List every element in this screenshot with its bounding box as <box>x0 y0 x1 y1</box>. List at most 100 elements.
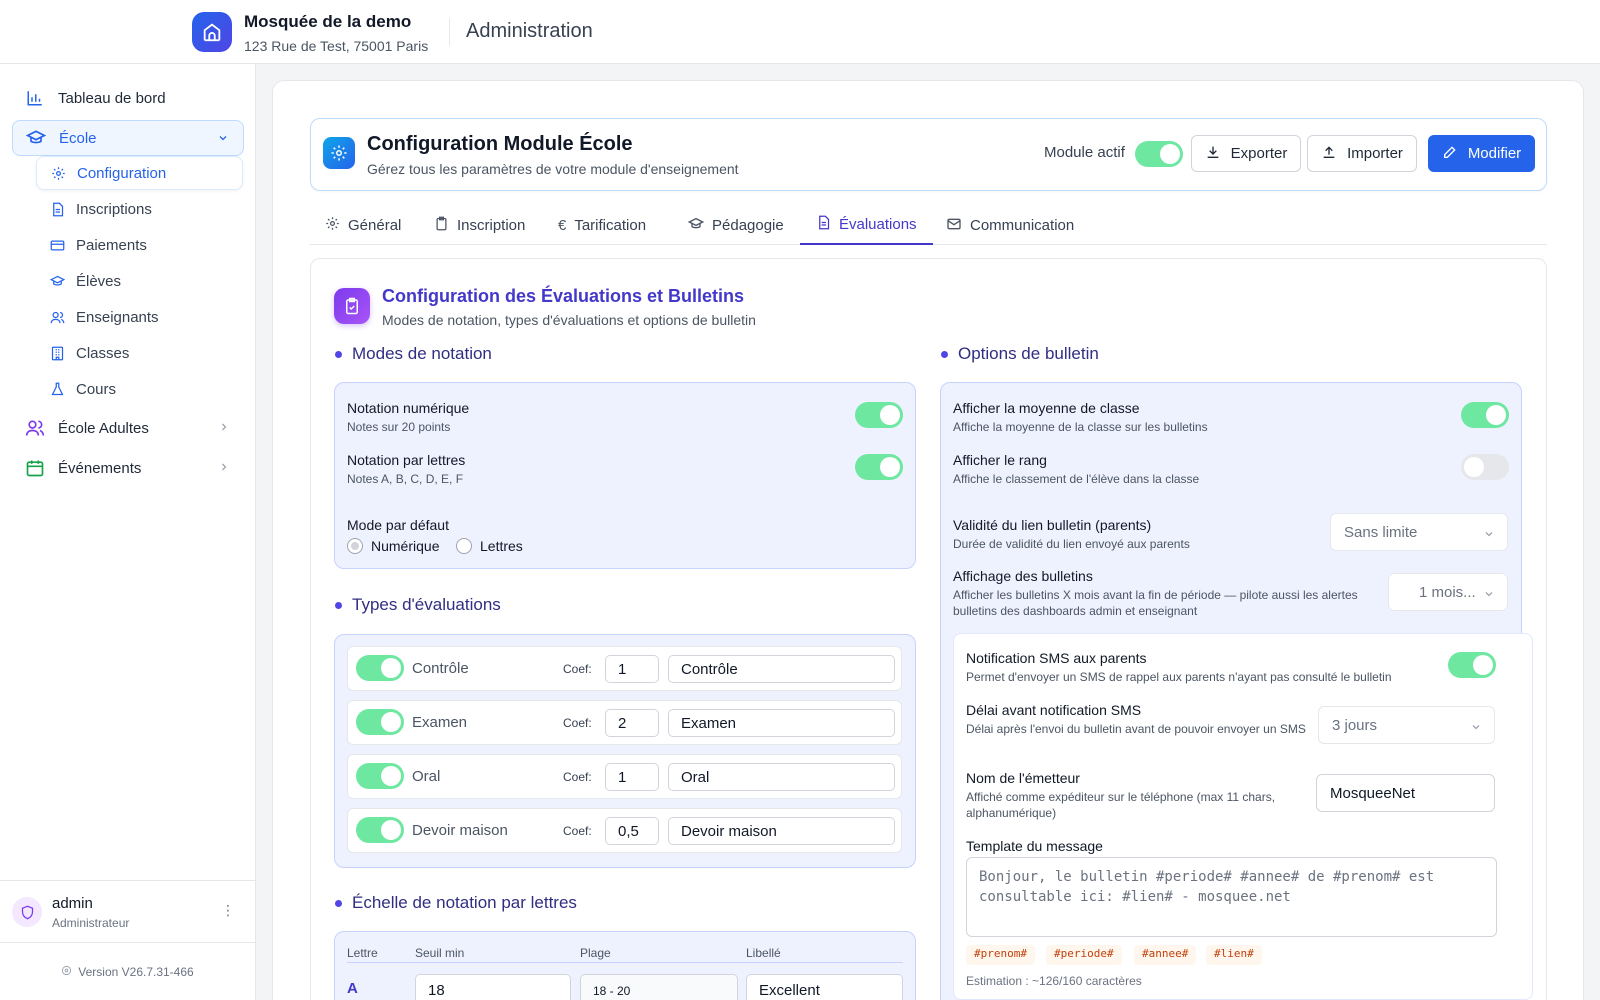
class-average-toggle[interactable] <box>1461 402 1509 428</box>
variable-chip[interactable]: #periode# <box>1046 945 1122 965</box>
letter-cell: A <box>347 980 358 997</box>
coef-input[interactable]: 1 <box>605 655 659 683</box>
sidebar-item-ecole[interactable]: École <box>12 120 244 156</box>
eval-type-label-input[interactable]: Examen <box>668 709 895 737</box>
sidebar-subitem-enseignants[interactable]: Enseignants <box>36 300 243 334</box>
radio-letters[interactable] <box>456 538 472 554</box>
letter-notation-toggle[interactable] <box>855 454 903 480</box>
eval-type-label-input[interactable]: Devoir maison <box>668 817 895 845</box>
export-button[interactable]: Exporter <box>1191 135 1301 172</box>
section-bulletin-options: Options de bulletin <box>941 344 1099 364</box>
numeric-notation-toggle[interactable] <box>855 402 903 428</box>
column-header: Seuil min <box>415 946 465 960</box>
link-validity-select[interactable]: Sans limite <box>1330 513 1508 551</box>
link-validity-label: Validité du lien bulletin (parents) <box>953 517 1152 533</box>
rank-hint: Affiche le classement de l'élève dans la… <box>953 472 1200 486</box>
panel-title: Configuration des Évaluations et Bulleti… <box>382 286 745 306</box>
sidebar-item-label: Tableau de bord <box>58 89 166 107</box>
tab-bar: Général Inscription € Tarification Pédag… <box>310 206 1547 245</box>
variable-chip[interactable]: #prenom# <box>966 945 1035 965</box>
eval-type-label-input[interactable]: Oral <box>668 763 895 791</box>
column-header: Plage <box>580 946 611 960</box>
sender-name-label: Nom de l'émetteur <box>966 770 1080 786</box>
edit-button[interactable]: Modifier <box>1428 135 1535 172</box>
sender-name-input[interactable]: MosqueeNet <box>1316 774 1495 812</box>
sidebar-subitem-label: Paiements <box>76 236 147 254</box>
bullet-dot <box>335 601 342 609</box>
bullet-dot <box>941 350 948 358</box>
class-average-hint: Affiche la moyenne de la classe sur les … <box>953 420 1208 434</box>
section-notation-modes: Modes de notation <box>335 344 492 364</box>
sidebar-subitem-label: Inscriptions <box>76 200 152 218</box>
app-version: Version V26.7.31-466 <box>0 942 255 1000</box>
sidebar-subitem-configuration[interactable]: Configuration <box>36 156 243 190</box>
panel-subtitle: Modes de notation, types d'évaluations e… <box>382 312 756 328</box>
tab-general[interactable]: Général <box>325 206 401 245</box>
sidebar-item-evenements[interactable]: Événements <box>12 450 244 486</box>
eval-type-toggle[interactable] <box>356 655 404 681</box>
eval-type-row: Contrôle Coef: 1 Contrôle <box>347 646 902 691</box>
tab-evaluations[interactable]: Évaluations <box>800 206 933 245</box>
eval-type-toggle[interactable] <box>356 709 404 735</box>
graduation-cap-icon <box>25 127 47 149</box>
coef-input[interactable]: 0,5 <box>605 817 659 845</box>
mosque-logo-icon <box>192 12 232 52</box>
bulletin-display-label: Affichage des bulletins <box>953 568 1093 584</box>
import-button[interactable]: Importer <box>1307 135 1417 172</box>
graduation-cap-icon <box>687 216 705 236</box>
sender-name-hint: Affiché comme expéditeur sur le téléphon… <box>966 790 1276 820</box>
eval-type-toggle[interactable] <box>356 817 404 843</box>
sidebar-subitem-cours[interactable]: Cours <box>36 372 243 406</box>
sidebar-subitem-paiements[interactable]: Paiements <box>36 228 243 262</box>
coef-label: Coef: <box>563 662 592 676</box>
tab-communication[interactable]: Communication <box>946 206 1074 245</box>
eval-type-name: Examen <box>412 714 468 731</box>
module-active-toggle[interactable] <box>1135 141 1183 167</box>
tab-tarification[interactable]: € Tarification <box>558 206 646 245</box>
radio-numeric[interactable] <box>347 538 363 554</box>
module-active-label: Module actif <box>1044 144 1125 161</box>
radio-letters-label: Lettres <box>480 538 523 554</box>
flask-icon <box>48 380 66 398</box>
eval-type-label-input[interactable]: Contrôle <box>668 655 895 683</box>
sidebar-subitem-eleves[interactable]: Élèves <box>36 264 243 298</box>
eval-type-toggle[interactable] <box>356 763 404 789</box>
grade-label-input[interactable]: Excellent <box>746 974 903 1000</box>
sidebar-subitem-inscriptions[interactable]: Inscriptions <box>36 192 243 226</box>
sidebar: Tableau de bord École Configuration Insc… <box>0 64 256 1000</box>
coef-label: Coef: <box>563 716 592 730</box>
user-role: Administrateur <box>52 916 130 930</box>
chevron-right-icon <box>218 420 230 437</box>
coef-input[interactable]: 2 <box>605 709 659 737</box>
building-icon <box>48 344 66 362</box>
coef-input[interactable]: 1 <box>605 763 659 791</box>
clipboard-icon <box>434 216 449 235</box>
sidebar-subitem-label: Configuration <box>77 164 167 182</box>
gear-icon <box>325 216 340 235</box>
bulletin-display-select[interactable]: 1 mois... <box>1388 573 1508 611</box>
tab-pedagogie[interactable]: Pédagogie <box>687 206 784 245</box>
default-mode-label: Mode par défaut <box>347 517 449 533</box>
chevron-down-icon <box>217 131 229 148</box>
variable-chip[interactable]: #annee# <box>1134 945 1197 965</box>
variable-chip[interactable]: #lien# <box>1206 945 1262 965</box>
tab-inscription[interactable]: Inscription <box>434 206 525 245</box>
sidebar-item-dashboard[interactable]: Tableau de bord <box>12 80 244 116</box>
template-textarea[interactable]: Bonjour, le bulletin #periode# #annee# d… <box>966 857 1497 937</box>
column-header: Lettre <box>347 946 378 960</box>
sms-delay-select[interactable]: 3 jours <box>1318 706 1495 744</box>
sidebar-subitem-classes[interactable]: Classes <box>36 336 243 370</box>
rank-toggle[interactable] <box>1461 454 1509 480</box>
user-profile[interactable]: admin Administrateur ⋮ <box>0 880 255 942</box>
sidebar-item-ecole-adultes[interactable]: École Adultes <box>12 410 244 446</box>
min-threshold-input[interactable]: 18 <box>415 974 571 1000</box>
column-header: Libellé <box>746 946 781 960</box>
sms-notification-toggle[interactable] <box>1448 652 1496 678</box>
euro-icon: € <box>558 217 567 234</box>
eval-type-name: Contrôle <box>412 660 469 677</box>
gear-icon <box>61 965 72 979</box>
more-vertical-icon[interactable]: ⋮ <box>221 903 235 917</box>
shield-icon <box>12 897 42 927</box>
upload-icon <box>1321 144 1337 164</box>
config-header: Configuration Module École Gérez tous le… <box>310 118 1547 191</box>
